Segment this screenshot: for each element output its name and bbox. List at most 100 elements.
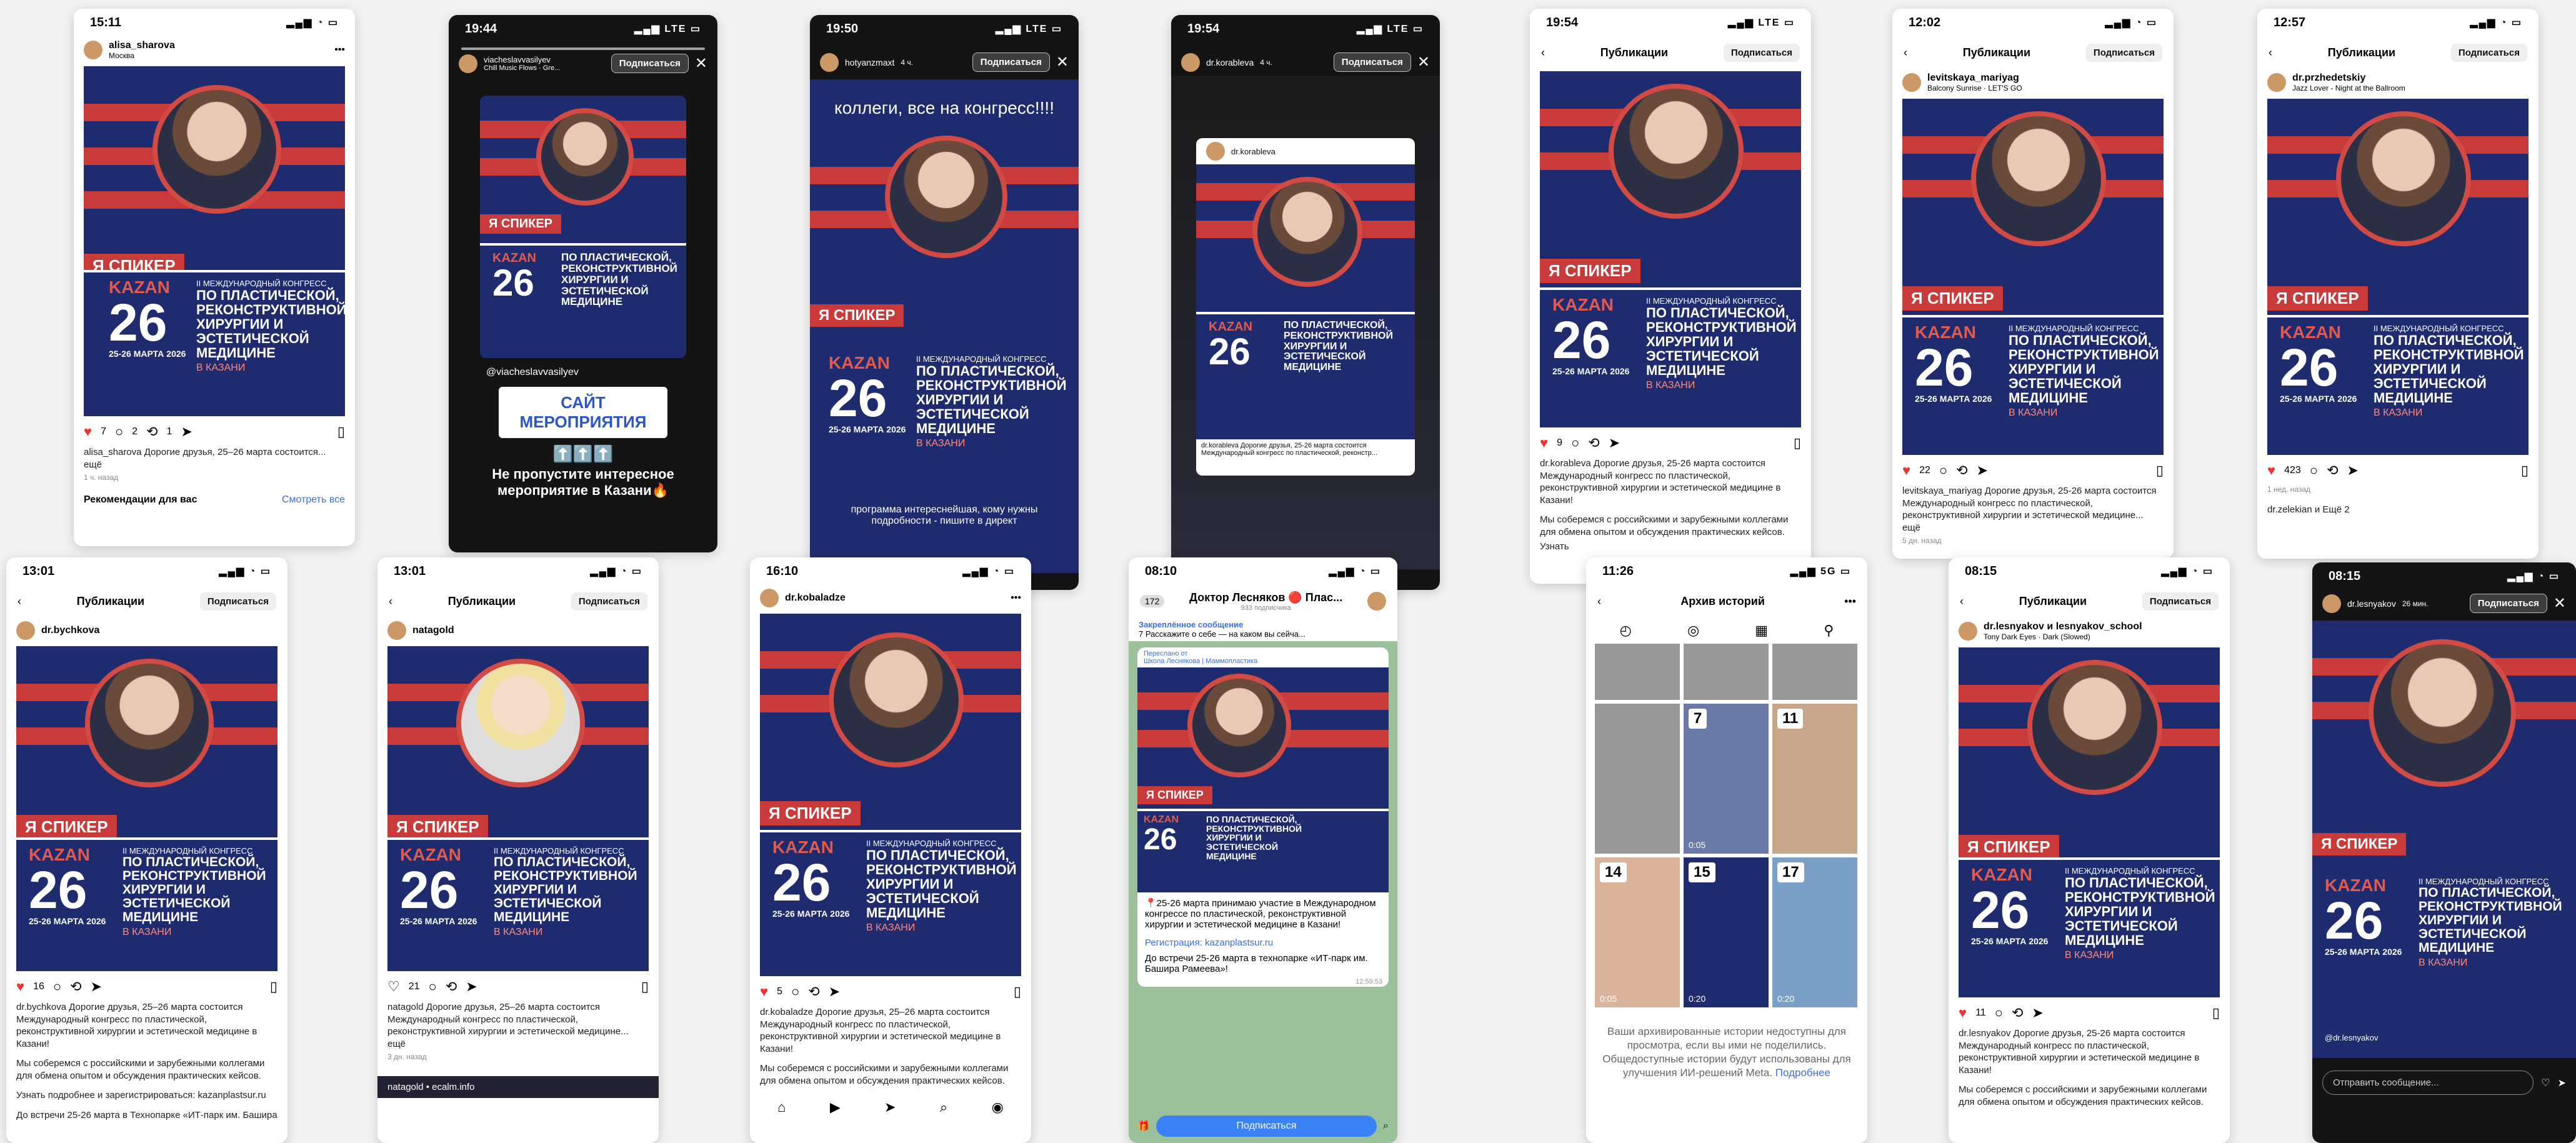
repost-icon[interactable]: ⟲ <box>1956 462 1967 479</box>
more-icon[interactable]: ••• <box>1011 592 1021 604</box>
username[interactable]: dr.kobaladze <box>785 592 846 604</box>
avatar[interactable] <box>84 41 102 59</box>
subscribe-button[interactable]: Подписаться <box>199 592 276 611</box>
map-icon[interactable]: ◎ <box>1687 622 1699 639</box>
forward-from[interactable]: Школа Леснякова | Маммопластика <box>1144 657 1257 665</box>
repost-icon[interactable]: ⟲ <box>146 424 157 440</box>
story-thumb[interactable]: 14 0:05 <box>1595 857 1680 1007</box>
close-icon[interactable]: ✕ <box>2554 594 2566 612</box>
profile-icon[interactable]: ◉ <box>992 1099 1004 1116</box>
home-icon[interactable]: ⌂ <box>777 1099 786 1116</box>
subscribe-button[interactable]: Подписаться <box>2085 43 2162 62</box>
more-icon[interactable]: ••• <box>1844 595 1856 608</box>
back-button[interactable]: 172 <box>1140 595 1165 607</box>
subscribe-button[interactable]: Подписаться <box>1723 43 1800 62</box>
comment-icon[interactable]: ○ <box>791 984 799 1000</box>
more-icon[interactable]: ••• <box>334 44 345 56</box>
bookmark-icon[interactable]: ▯ <box>2521 462 2529 479</box>
comment-icon[interactable]: ○ <box>429 979 437 995</box>
subscribe-button[interactable]: Подписаться <box>1156 1116 1377 1137</box>
share-icon[interactable]: ➤ <box>91 979 102 995</box>
subscribe-button[interactable]: Подписаться <box>571 592 647 611</box>
bookmark-icon[interactable]: ▯ <box>1794 435 1801 451</box>
avatar[interactable] <box>1959 622 1977 641</box>
share-icon[interactable]: ➤ <box>181 424 192 440</box>
close-icon[interactable]: ✕ <box>695 54 707 72</box>
subscribe-button[interactable]: Подписаться <box>2450 43 2527 62</box>
comment-icon[interactable]: ○ <box>2310 462 2318 479</box>
comment-icon[interactable]: ○ <box>1571 435 1579 451</box>
bookmark-icon[interactable]: ▯ <box>1014 984 1021 1000</box>
story-thumb[interactable] <box>1595 644 1680 700</box>
comment-icon[interactable]: ○ <box>53 979 61 995</box>
reply-input[interactable]: Отправить сообщение... <box>2322 1071 2534 1095</box>
bookmark-icon[interactable]: ▯ <box>2156 462 2164 479</box>
repost-icon[interactable]: ⟲ <box>70 979 81 995</box>
heart-icon[interactable]: ♥ <box>2267 462 2275 479</box>
avatar[interactable] <box>1902 73 1921 92</box>
avatar[interactable] <box>459 54 477 73</box>
comment-icon[interactable]: ○ <box>1995 1005 2003 1021</box>
subscribe-button[interactable]: Подписаться <box>611 54 689 73</box>
username[interactable]: hotyanzmaxt <box>845 57 894 67</box>
learn-link[interactable]: Узнать <box>1530 539 1811 554</box>
see-all-link[interactable]: Смотреть все <box>282 494 345 506</box>
avatar[interactable] <box>2322 594 2341 613</box>
calendar-icon[interactable]: ▦ <box>1755 622 1768 639</box>
gift-icon[interactable]: 🎁 <box>1137 1120 1150 1132</box>
share-icon[interactable]: ➤ <box>829 984 840 1000</box>
avatar[interactable] <box>1181 52 1200 72</box>
subscribe-button[interactable]: Подписаться <box>972 52 1050 72</box>
heart-icon[interactable]: ♡ <box>387 979 400 995</box>
link-preview[interactable]: natagold • ecalm.info <box>377 1076 659 1099</box>
shared-post[interactable]: dr.korableva KAZAN 26 ПО ПЛАСТИЧЕСКОЙ, РЕ… <box>1196 138 1415 476</box>
username[interactable]: dr.bychkova <box>41 625 99 636</box>
username[interactable]: dr.lesnyakov <box>2347 599 2396 609</box>
story-thumb[interactable] <box>1772 644 1857 700</box>
learn-more-link[interactable]: Подробнее <box>1775 1067 1830 1079</box>
story-thumb[interactable] <box>1684 644 1769 700</box>
repost-icon[interactable]: ⟲ <box>2327 462 2338 479</box>
comment-icon[interactable]: ○ <box>1939 462 1947 479</box>
registration-link[interactable]: Узнать подробнее и зарегистрироваться: k… <box>6 1088 287 1103</box>
avatar[interactable] <box>760 589 779 607</box>
close-icon[interactable]: ✕ <box>1417 53 1430 71</box>
coauthor[interactable]: lesnyakov_school <box>2056 621 2142 632</box>
share-icon[interactable]: ➤ <box>1977 462 1988 479</box>
next-post-user[interactable]: dr.zelekian и Ещё 2 <box>2257 502 2539 517</box>
heart-icon[interactable]: ♥ <box>1540 435 1548 451</box>
close-icon[interactable]: ✕ <box>1056 53 1069 71</box>
heart-icon[interactable]: ♥ <box>84 424 92 440</box>
username[interactable]: levitskaya_mariyag <box>1927 72 2022 84</box>
reels-icon[interactable]: ▶ <box>830 1099 841 1116</box>
username[interactable]: natagold <box>412 625 454 636</box>
search-icon[interactable]: ⌕ <box>940 1099 947 1116</box>
heart-icon[interactable]: ♥ <box>1959 1005 1967 1021</box>
header-title[interactable]: Архив историй <box>1601 595 1844 608</box>
avatar[interactable] <box>387 621 406 640</box>
subscribe-button[interactable]: Подписаться <box>2469 594 2547 613</box>
bookmark-icon[interactable]: ▯ <box>270 979 277 995</box>
repost-icon[interactable]: ⟲ <box>808 984 819 1000</box>
share-icon[interactable]: ➤ <box>1609 435 1620 451</box>
subscribe-button[interactable]: Подписаться <box>1333 52 1411 72</box>
username[interactable]: dr.lesnyakov <box>1984 621 2044 632</box>
share-icon[interactable]: ➤ <box>2032 1005 2043 1021</box>
bookmark-icon[interactable]: ▯ <box>641 979 649 995</box>
repost-icon[interactable]: ⟲ <box>1588 435 1599 451</box>
story-thumb[interactable]: 7 0:05 <box>1684 704 1769 854</box>
repost-icon[interactable]: ⟲ <box>2012 1005 2023 1021</box>
avatar[interactable] <box>2267 73 2286 92</box>
site-button[interactable]: САЙТ МЕРОПРИЯТИЯ <box>499 387 667 438</box>
heart-icon[interactable]: ♥ <box>760 984 768 1000</box>
heart-icon[interactable]: ♡ <box>2541 1077 2550 1089</box>
history-icon[interactable]: ◴ <box>1620 622 1632 639</box>
bookmark-icon[interactable]: ▯ <box>337 424 345 440</box>
username[interactable]: dr.przhedetskiy <box>2292 72 2405 84</box>
heart-icon[interactable]: ♥ <box>1902 462 1910 479</box>
avatar[interactable] <box>820 52 839 72</box>
username[interactable]: viacheslavvasilyev <box>484 55 560 64</box>
comment-icon[interactable]: ○ <box>115 424 123 440</box>
story-thumb[interactable]: 17 0:20 <box>1772 857 1857 1007</box>
share-icon[interactable]: ➤ <box>2347 462 2359 479</box>
